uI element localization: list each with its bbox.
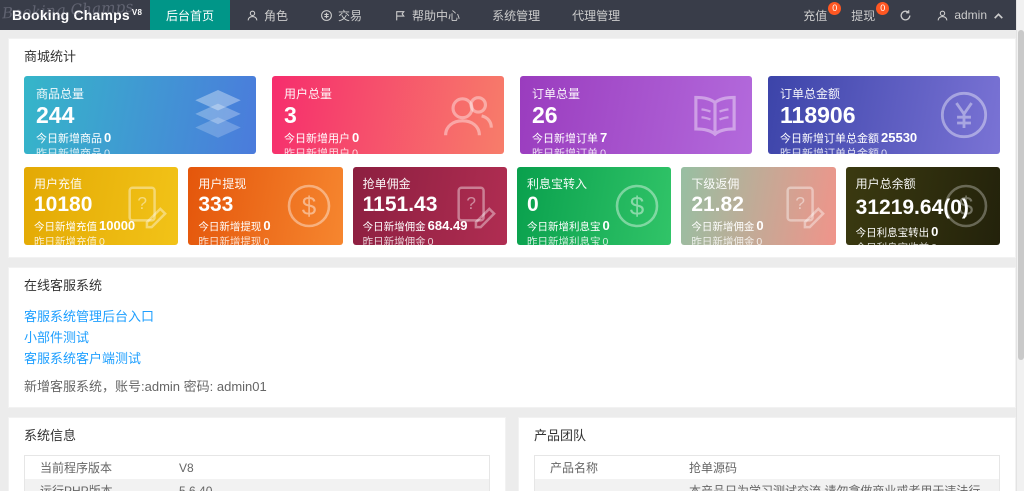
service-admin-entry-link[interactable]: 客服系统管理后台入口 xyxy=(24,309,1000,324)
service-panel-title: 在线客服系统 xyxy=(24,278,103,293)
stats-row-1: 商品总量 244 今日新增商品0 昨日新增商品0 用户总量 3 今日新增用户0 … xyxy=(9,70,1015,154)
person-icon xyxy=(936,9,949,22)
user-icon xyxy=(246,9,259,22)
table-row: 运行PHP版本 5.6.40 xyxy=(24,479,490,491)
system-info-panel: 系统信息 当前程序版本V8 运行PHP版本5.6.40 ThinkPHP版本5.… xyxy=(8,417,506,491)
recharge-button[interactable]: 充值 0 xyxy=(791,0,842,30)
product-team-table: 产品名称抢单源码 产品描述本产品只为学习测试交流,请勿拿做商业或者用于违法行为,… xyxy=(534,455,1000,491)
nav-item-home[interactable]: 后台首页 xyxy=(150,0,231,30)
yen-circle-icon xyxy=(938,89,990,141)
stats-panel: 商城统计 商品总量 244 今日新增商品0 昨日新增商品0 用户总量 3 今日新… xyxy=(8,38,1016,258)
service-credentials-note: 新增客服系统，账号:admin 密码: admin01 xyxy=(24,379,267,394)
bottom-panels: 系统信息 当前程序版本V8 运行PHP版本5.6.40 ThinkPHP版本5.… xyxy=(8,417,1016,491)
chevron-up-icon xyxy=(992,10,1003,20)
table-row: 当前程序版本 V8 xyxy=(40,460,194,476)
stats-row-2: 用户充值 10180 今日新增充值 10000 昨日新增充值 0 ? 用户提现 33… xyxy=(9,154,1015,257)
stats-panel-title: 商城统计 xyxy=(24,49,77,64)
stat-card-users-total: 用户总量 3 今日新增用户0 昨日新增用户0 xyxy=(272,76,504,154)
stat-card-products-total: 商品总量 244 今日新增商品0 昨日新增商品0 xyxy=(24,76,256,154)
table-row: 产品描述本产品只为学习测试交流,请勿拿做商业或者用于违法行为,一切后果自负 xyxy=(534,479,1000,491)
trade-icon xyxy=(320,9,333,22)
svg-text:?: ? xyxy=(138,193,148,213)
service-client-test-link[interactable]: 客服系统客户端测试 xyxy=(24,351,1000,366)
product-team-panel: 产品团队 产品名称抢单源码 产品描述本产品只为学习测试交流,请勿拿做商业或者用于… xyxy=(518,417,1016,491)
widget-test-link[interactable]: 小部件测试 xyxy=(24,330,1000,345)
table-row: 产品名称 抢单源码 xyxy=(550,461,738,475)
nav-item-roles[interactable]: 角色 xyxy=(230,0,304,30)
stat-card-user-withdraw: 用户提现 333 今日新增提现 0 昨日新增提现 0 $ xyxy=(188,167,343,245)
app-logo: Booking Champs Booking Champs V8 xyxy=(0,0,150,30)
withdraw-button[interactable]: 提现 0 xyxy=(839,0,890,30)
nav-item-system-management[interactable]: 系统管理 xyxy=(476,0,556,30)
svg-text:?: ? xyxy=(466,193,476,213)
svg-text:$: $ xyxy=(630,191,645,221)
stat-card-orders-total: 订单总量 26 今日新增订单7 昨日新增订单0 xyxy=(520,76,752,154)
document-edit-icon: ? xyxy=(780,182,826,230)
top-navbar: Booking Champs Booking Champs V8 后台首页 角色… xyxy=(0,0,1024,30)
user-name: admin xyxy=(954,8,987,22)
stat-card-user-balance-total: 用户总余额 31219.64(0) 今日利息宝转出0 今日利息宝收益0 $ xyxy=(845,167,1000,245)
scrollbar-thumb[interactable] xyxy=(1018,30,1024,360)
service-panel: 在线客服系统 客服系统管理后台入口 小部件测试 客服系统客户端测试 新增客服系统… xyxy=(8,267,1016,408)
logo-version: V8 xyxy=(131,7,143,17)
nav-item-help-center[interactable]: 帮助中心 xyxy=(378,0,476,30)
book-icon xyxy=(688,91,742,139)
users-icon xyxy=(440,90,494,140)
document-edit-icon: ? xyxy=(122,182,168,230)
layers-icon xyxy=(190,90,246,140)
navbar-right: 充值 0 提现 0 admin xyxy=(791,0,1024,30)
refresh-button[interactable] xyxy=(887,0,924,30)
system-info-title: 系统信息 xyxy=(24,428,77,443)
dollar-circle-icon: $ xyxy=(285,182,333,230)
nav-item-trade[interactable]: 交易 xyxy=(304,0,378,30)
svg-text:$: $ xyxy=(959,191,974,221)
nav-item-agent-management[interactable]: 代理管理 xyxy=(556,0,636,30)
logo-text: Booking Champs xyxy=(12,7,130,23)
stat-card-user-recharge: 用户充值 10180 今日新增充值 10000 昨日新增充值 0 ? xyxy=(24,167,179,245)
svg-text:?: ? xyxy=(795,193,805,213)
page-scrollbar[interactable] xyxy=(1016,0,1024,491)
stat-card-order-amount-total: 订单总金额 118906 今日新增订单总金额25530 昨日新增订单总金额0 xyxy=(768,76,1000,154)
main-content: 商城统计 商品总量 244 今日新增商品0 昨日新增商品0 用户总量 3 今日新… xyxy=(0,30,1024,491)
system-info-table: 当前程序版本V8 运行PHP版本5.6.40 ThinkPHP版本5.1.38 … xyxy=(24,455,490,491)
user-menu[interactable]: admin xyxy=(924,0,1014,30)
dollar-circle-icon: $ xyxy=(942,182,990,230)
stat-card-sub-rebate: 下级返佣 21.82 今日新增佣金 0 昨日新增佣金 0 ? xyxy=(681,167,836,245)
svg-text:$: $ xyxy=(301,191,316,221)
document-edit-icon: ? xyxy=(451,182,497,230)
dollar-circle-icon: $ xyxy=(613,182,661,230)
flag-icon xyxy=(394,9,407,22)
stat-card-interest-in: 利息宝转入 0 今日新增利息宝 0 昨日新增利息宝 0 $ xyxy=(516,167,672,245)
product-team-title: 产品团队 xyxy=(534,428,587,443)
stat-card-order-commission: 抢单佣金 1151.43 今日新增佣金 684.49 昨日新增佣金 0 ? xyxy=(352,167,507,245)
refresh-icon xyxy=(899,9,912,22)
main-nav: 后台首页 角色 交易 帮助中心 系统管理 代理管理 xyxy=(150,0,636,30)
